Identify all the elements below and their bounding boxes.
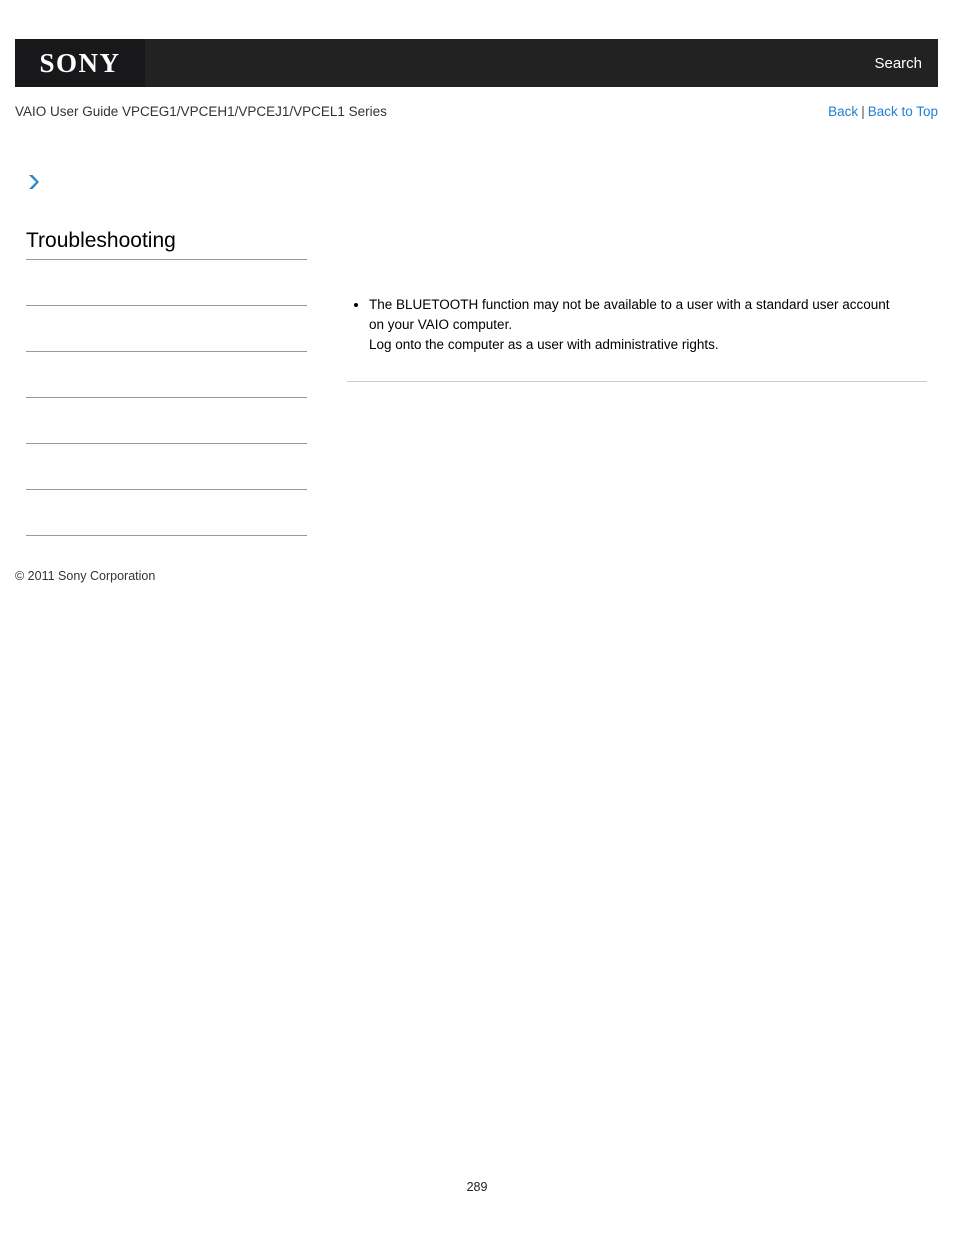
- breadcrumb-separator: |: [861, 103, 865, 119]
- sidebar-nav: Troubleshooting: [26, 228, 307, 536]
- back-to-top-link[interactable]: Back to Top: [868, 104, 938, 119]
- search-link[interactable]: Search: [874, 55, 938, 72]
- main-content: The BLUETOOTH function may not be availa…: [347, 295, 927, 382]
- page-title: Troubleshooting: [26, 228, 307, 260]
- sony-logo-text: SONY: [39, 47, 121, 78]
- sidebar-item-3[interactable]: [26, 398, 307, 444]
- site-header: SONY Search: [15, 39, 938, 87]
- guide-title: VAIO User Guide VPCEG1/VPCEH1/VPCEJ1/VPC…: [15, 103, 387, 119]
- breadcrumb: VAIO User Guide VPCEG1/VPCEH1/VPCEJ1/VPC…: [15, 101, 938, 121]
- header-spacer: [145, 39, 874, 87]
- sidebar-item-5[interactable]: [26, 490, 307, 536]
- sidebar-item-0[interactable]: [26, 260, 307, 306]
- bullet-dot-icon: [354, 303, 358, 307]
- back-link[interactable]: Back: [828, 104, 858, 119]
- sony-logo[interactable]: SONY: [15, 39, 145, 87]
- sidebar-item-2[interactable]: [26, 352, 307, 398]
- content-divider: [347, 381, 927, 382]
- bullet-line-1: on your VAIO computer.: [369, 317, 513, 332]
- breadcrumb-links: Back | Back to Top: [828, 104, 938, 119]
- chevron-right-icon[interactable]: [24, 172, 44, 192]
- copyright-text: © 2011 Sony Corporation: [15, 569, 156, 583]
- sidebar-item-4[interactable]: [26, 444, 307, 490]
- sidebar-item-1[interactable]: [26, 306, 307, 352]
- bullet-line-0: The BLUETOOTH function may not be availa…: [369, 297, 890, 312]
- page-number: 289: [466, 1180, 488, 1194]
- list-item: The BLUETOOTH function may not be availa…: [347, 295, 927, 355]
- bullet-line-2: Log onto the computer as a user with adm…: [369, 337, 719, 352]
- bullet-list: The BLUETOOTH function may not be availa…: [347, 295, 927, 355]
